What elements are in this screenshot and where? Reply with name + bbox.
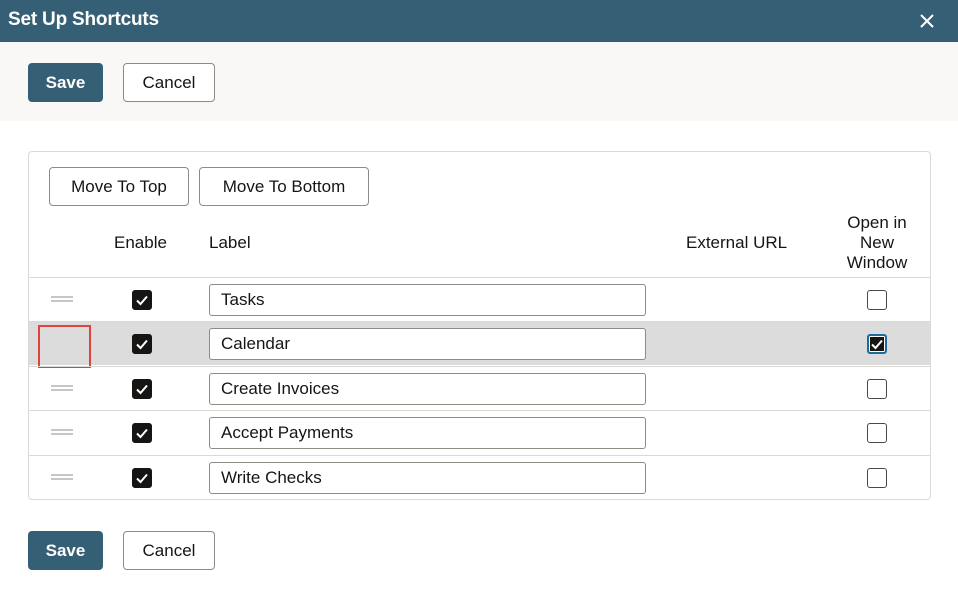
drag-handle-icon[interactable] bbox=[51, 474, 73, 480]
label-input[interactable] bbox=[209, 417, 646, 449]
column-header-external-url: External URL bbox=[686, 233, 788, 252]
close-button[interactable] bbox=[916, 10, 938, 32]
cancel-button-bottom[interactable]: Cancel bbox=[123, 531, 215, 570]
table-row[interactable] bbox=[29, 366, 930, 410]
save-button-top[interactable]: Save bbox=[28, 63, 103, 102]
enable-checkbox[interactable] bbox=[132, 379, 152, 399]
cancel-button-top[interactable]: Cancel bbox=[123, 63, 215, 102]
shortcuts-panel: Move To Top Move To Bottom Enable Label … bbox=[28, 151, 931, 500]
dialog-title-bar: Set Up Shortcuts bbox=[0, 0, 958, 42]
column-header-open-line2: New bbox=[859, 233, 894, 252]
table-row[interactable] bbox=[29, 277, 930, 321]
checkmark-icon bbox=[871, 339, 883, 350]
enable-checkbox[interactable] bbox=[132, 423, 152, 443]
move-to-top-button[interactable]: Move To Top bbox=[49, 167, 189, 206]
move-to-bottom-button[interactable]: Move To Bottom bbox=[199, 167, 369, 206]
drag-handle-icon[interactable] bbox=[51, 296, 73, 302]
top-toolbar: Save Cancel bbox=[0, 42, 958, 121]
open-in-new-window-checkbox[interactable] bbox=[867, 468, 887, 488]
open-in-new-window-checkbox[interactable] bbox=[867, 423, 887, 443]
enable-checkbox[interactable] bbox=[132, 334, 152, 354]
column-header-open-line3: Window bbox=[846, 253, 908, 272]
label-input[interactable] bbox=[209, 373, 646, 405]
column-header-enable: Enable bbox=[114, 233, 167, 252]
open-in-new-window-checkbox[interactable] bbox=[867, 379, 887, 399]
table-row[interactable] bbox=[29, 455, 930, 499]
checkmark-icon bbox=[136, 384, 148, 395]
enable-checkbox[interactable] bbox=[132, 290, 152, 310]
drag-handle-icon[interactable] bbox=[51, 429, 73, 435]
drag-handle-highlight[interactable] bbox=[38, 325, 91, 368]
label-input[interactable] bbox=[209, 462, 646, 494]
table-row-selected[interactable] bbox=[29, 321, 930, 368]
open-in-new-window-checkbox[interactable] bbox=[867, 334, 887, 354]
checkmark-icon bbox=[136, 339, 148, 350]
save-button-bottom[interactable]: Save bbox=[28, 531, 103, 570]
dialog-title: Set Up Shortcuts bbox=[8, 9, 159, 30]
checkmark-icon bbox=[136, 473, 148, 484]
table-row[interactable] bbox=[29, 410, 930, 454]
open-in-new-window-checkbox[interactable] bbox=[867, 290, 887, 310]
enable-checkbox[interactable] bbox=[132, 468, 152, 488]
checkmark-icon bbox=[136, 428, 148, 439]
close-icon bbox=[920, 14, 934, 28]
drag-handle-icon[interactable] bbox=[51, 385, 73, 391]
label-input[interactable] bbox=[209, 284, 646, 316]
label-input[interactable] bbox=[209, 328, 646, 360]
column-header-open-line1: Open in bbox=[847, 213, 907, 232]
column-header-label: Label bbox=[209, 233, 251, 252]
column-header-open-in-new-window: Open in New Window bbox=[837, 213, 917, 273]
checkmark-icon bbox=[136, 295, 148, 306]
